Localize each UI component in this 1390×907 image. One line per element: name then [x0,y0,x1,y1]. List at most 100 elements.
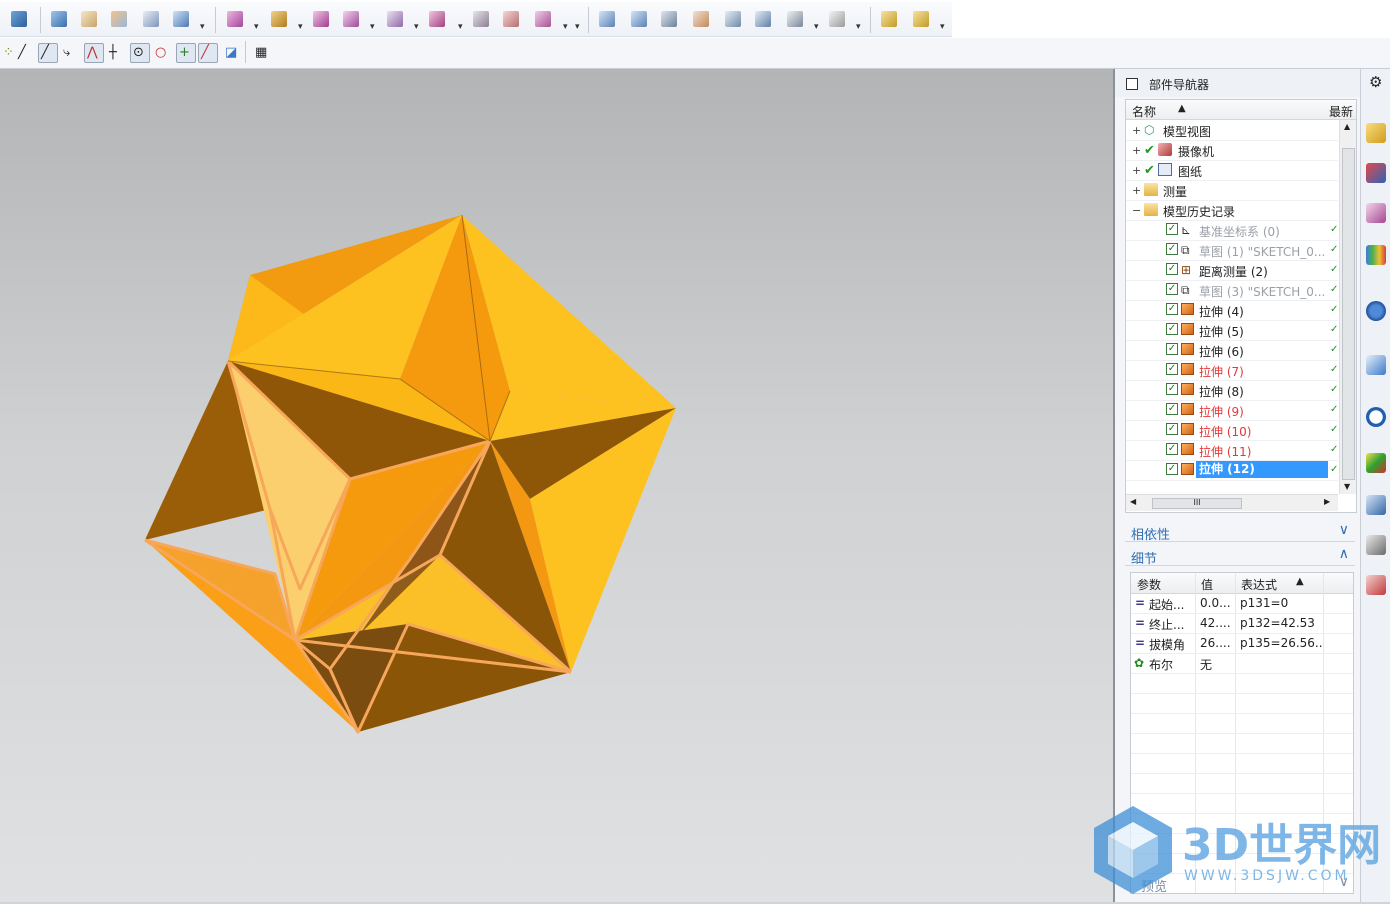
grid-icon[interactable]: ▦ [252,43,272,63]
solid-icon[interactable] [170,8,192,30]
end-point-icon[interactable]: ╱ [38,43,58,63]
chevron-up-icon[interactable]: ∧ [1339,546,1349,562]
measure-icon[interactable] [826,8,848,30]
tree-item-feature[interactable]: ✓ 拉伸 (6) ✓ [1126,340,1338,361]
scroll-thumb[interactable] [1342,148,1355,480]
tree-item-feature[interactable]: ✓ ⧉ 草图 (1) "SKETCH_0... ✓ [1126,240,1338,261]
n-sided-surface-icon[interactable] [752,8,774,30]
mirror-icon[interactable] [500,8,522,30]
tree-item-feature[interactable]: ✓ 拉伸 (11) ✓ [1126,440,1338,461]
pin-checkbox[interactable] [1126,78,1138,90]
details-row[interactable]: = 起始... 0.0... p131=0 [1131,593,1353,614]
sew-icon[interactable] [784,8,806,30]
assembly-icon[interactable] [878,8,900,30]
checkbox-icon[interactable]: ✓ [1166,403,1178,415]
column-expression[interactable]: 表达式 [1241,576,1277,593]
chevron-down-icon[interactable]: ▾ [200,22,205,32]
details-row[interactable]: = 拔模角 26.... p135=26.56... [1131,633,1353,654]
assembly-navigator-icon[interactable] [1366,123,1386,143]
checkbox-icon[interactable]: ✓ [1166,423,1178,435]
chevron-down-icon[interactable]: ▾ [940,22,945,32]
mid-point-icon[interactable]: ⋀ [84,43,104,63]
sort-up-icon[interactable]: ▲ [1178,103,1186,114]
expand-icon[interactable]: + [1132,124,1141,137]
checkbox-icon[interactable]: ✓ [1166,383,1178,395]
scroll-down-icon[interactable]: ▼ [1344,482,1350,491]
tree-item-model-history[interactable]: − 模型历史记录 [1126,200,1338,221]
checkbox-icon[interactable]: ✓ [1166,263,1178,275]
through-curves-icon[interactable] [596,8,618,30]
constraint-navigator-icon[interactable] [1366,163,1386,183]
manufacturing-wizard-icon[interactable] [1366,535,1386,555]
gear-icon[interactable]: ⚙ [1369,73,1382,91]
checkbox-icon[interactable]: ✓ [1166,363,1178,375]
history-clock-icon[interactable] [1366,407,1386,427]
part-icon[interactable] [8,8,30,30]
chevron-down-icon[interactable]: ▾ [254,22,259,32]
subtract-icon[interactable] [268,8,290,30]
trim-body-icon[interactable] [310,8,332,30]
add-component-icon[interactable] [910,8,932,30]
chevron-down-icon[interactable]: ▾ [814,22,819,32]
unite-icon[interactable] [224,8,246,30]
details-row[interactable]: = 终止... 42.... p132=42.53 [1131,613,1353,634]
checkbox-icon[interactable]: ✓ [1166,223,1178,235]
process-studio-icon[interactable] [1366,495,1386,515]
dependencies-section[interactable]: 相依性 ∨ [1125,521,1355,543]
scroll-right-icon[interactable]: ▶ [1324,497,1330,506]
tree-item-feature[interactable]: ✓ 拉伸 (8) ✓ [1126,380,1338,401]
graphics-viewport[interactable] [0,69,1113,904]
column-param[interactable]: 参数 [1137,576,1161,593]
offset-face-icon[interactable] [384,8,406,30]
details-section[interactable]: 细节 ∧ [1125,545,1355,567]
checkbox-icon[interactable]: ✓ [1166,323,1178,335]
extension-icon[interactable] [690,8,712,30]
move-face-icon[interactable] [426,8,448,30]
tree-item-model-views[interactable]: + ⬡ 模型视图 [1126,120,1338,141]
checkbox-icon[interactable]: ✓ [1166,463,1178,475]
bounded-plane-icon[interactable] [658,8,680,30]
column-value[interactable]: 值 [1201,576,1213,593]
draft-icon[interactable] [532,8,554,30]
mesh-surface-icon[interactable] [628,8,650,30]
tree-item-measurements[interactable]: + 测量 [1126,180,1338,201]
chevron-down-icon[interactable]: ▾ [298,22,303,32]
arc-center-icon[interactable]: ⊙ [130,43,150,63]
tree-item-feature[interactable]: ✓ 拉伸 (10) ✓ [1126,420,1338,441]
sort-up-icon[interactable]: ▲ [1296,576,1304,587]
checkbox-icon[interactable]: ✓ [1166,283,1178,295]
split-body-icon[interactable] [340,8,362,30]
details-row[interactable]: ✿ 布尔 无 [1131,653,1353,674]
tree-horizontal-scrollbar[interactable]: ◀ III ▶ [1126,494,1338,511]
line-icon[interactable]: ╱ [15,43,35,63]
point-on-curve-icon[interactable]: + [176,43,196,63]
curve-icon[interactable]: ⤷ [60,43,80,63]
tree-item-drawings[interactable]: + ✔ 图纸 [1126,160,1338,181]
info-icon[interactable] [1366,301,1386,321]
tree-item-cameras[interactable]: + ✔ 摄像机 [1126,140,1338,161]
tree-item-feature[interactable]: ✓ 拉伸 (9) ✓ [1126,400,1338,421]
expand-icon[interactable]: + [1132,184,1141,197]
tree-item-feature[interactable]: ✓ ⊞ 距离测量 (2) ✓ [1126,260,1338,281]
point-on-face-icon[interactable]: ╱ [198,43,218,63]
navigator-tree[interactable]: 名称 ▲ 最新 + ⬡ 模型视图 + ✔ 摄像机 + ✔ 图纸 + 测量 − 模… [1125,99,1357,513]
scroll-thumb[interactable]: III [1152,498,1242,509]
tree-item-feature[interactable]: ✓ ⧉ 草图 (3) "SKETCH_0... ✓ [1126,280,1338,301]
tree-item-feature[interactable]: ✓ 拉伸 (4) ✓ [1126,300,1338,321]
tree-item-feature[interactable]: ✓ 拉伸 (5) ✓ [1126,320,1338,341]
sweep-icon[interactable] [78,8,100,30]
chevron-down-icon[interactable]: ▾ [370,22,375,32]
surface-icon[interactable] [140,8,162,30]
checkbox-icon[interactable]: ✓ [1166,243,1178,255]
visualization-icon[interactable] [1366,453,1386,473]
pattern-icon[interactable] [470,8,492,30]
part-navigator-icon[interactable] [1366,203,1386,223]
system-materials-icon[interactable] [1366,575,1386,595]
checkbox-icon[interactable]: ✓ [1166,303,1178,315]
tree-item-feature[interactable]: ✓ 拉伸 (7) ✓ [1126,360,1338,381]
chevron-down-icon[interactable]: ▾ [414,22,419,32]
column-latest[interactable]: 最新 [1329,103,1353,120]
bounded-grid-icon[interactable]: ◪ [222,43,242,63]
column-name[interactable]: 名称 [1132,103,1156,120]
scroll-left-icon[interactable]: ◀ [1130,497,1136,506]
